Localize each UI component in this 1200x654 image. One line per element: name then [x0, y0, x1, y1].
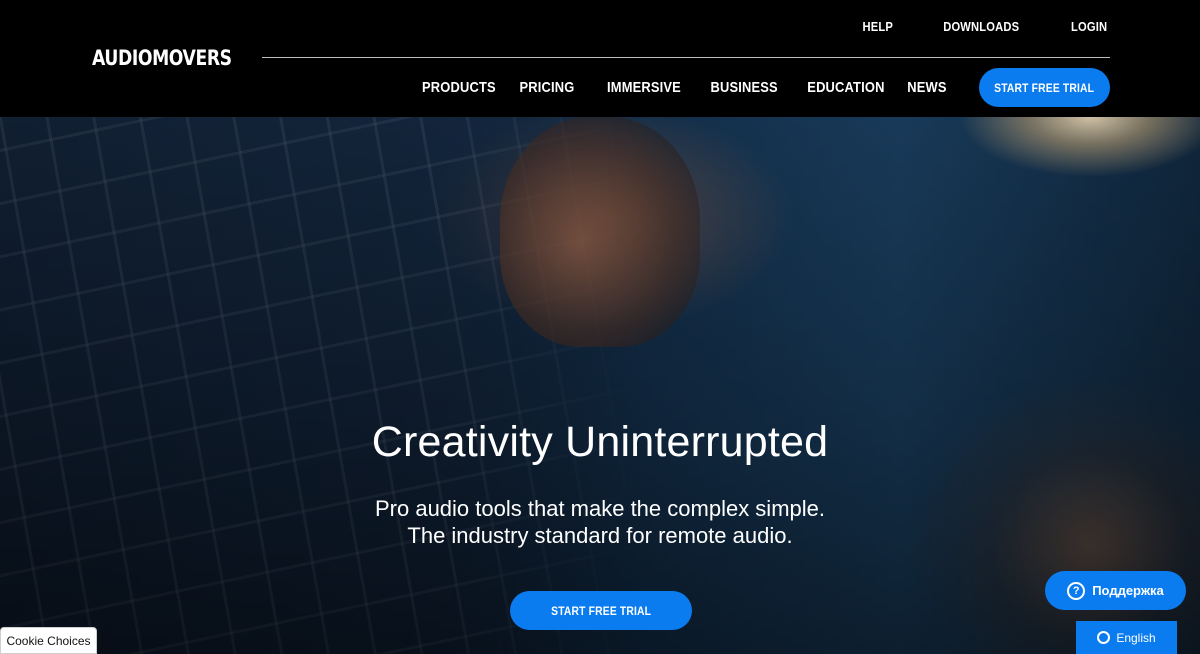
nav-immersive[interactable]: IMMERSIVE [607, 79, 681, 96]
site-header: AUDIOMOVERS HELP DOWNLOADS LOGIN PRODUCT… [0, 0, 1200, 117]
hero-subtitle-line-2: The industry standard for remote audio. [407, 523, 793, 548]
nav-news[interactable]: NEWS [907, 79, 946, 96]
header-start-trial-label: START FREE TRIAL [994, 80, 1095, 95]
nav-education[interactable]: EDUCATION [807, 79, 884, 96]
hero-section: Creativity Uninterrupted Pro audio tools… [0, 117, 1200, 654]
hero-subtitle-line-1: Pro audio tools that make the complex si… [374, 496, 825, 521]
header-start-trial-button[interactable]: START FREE TRIAL [979, 68, 1110, 107]
language-circle-icon [1097, 631, 1111, 644]
support-label: Поддержка [1092, 583, 1164, 598]
top-utility-nav: HELP DOWNLOADS LOGIN [860, 19, 1110, 34]
header-divider [262, 57, 1110, 58]
cookie-choices-button[interactable]: Cookie Choices [0, 627, 97, 654]
hero-overlay [0, 117, 1200, 654]
language-selector[interactable]: English [1076, 621, 1177, 654]
support-button[interactable]: ? Поддержка [1045, 571, 1186, 610]
nav-business[interactable]: BUSINESS [710, 79, 777, 96]
hero-title: Creativity Uninterrupted [371, 418, 829, 466]
question-icon: ? [1067, 581, 1086, 600]
nav-products[interactable]: PRODUCTS [422, 79, 496, 96]
hero-subtitle: Pro audio tools that make the complex si… [0, 495, 1200, 549]
hero-start-trial-button[interactable]: START FREE TRIAL [510, 591, 692, 630]
hero-start-trial-label: START FREE TRIAL [550, 603, 652, 618]
audiomovers-logo[interactable]: AUDIOMOVERS [92, 46, 232, 70]
nav-pricing[interactable]: PRICING [519, 79, 574, 96]
login-link[interactable]: LOGIN [1071, 19, 1107, 34]
help-link[interactable]: HELP [862, 19, 893, 34]
language-label: English [1116, 630, 1156, 645]
downloads-link[interactable]: DOWNLOADS [944, 19, 1020, 34]
